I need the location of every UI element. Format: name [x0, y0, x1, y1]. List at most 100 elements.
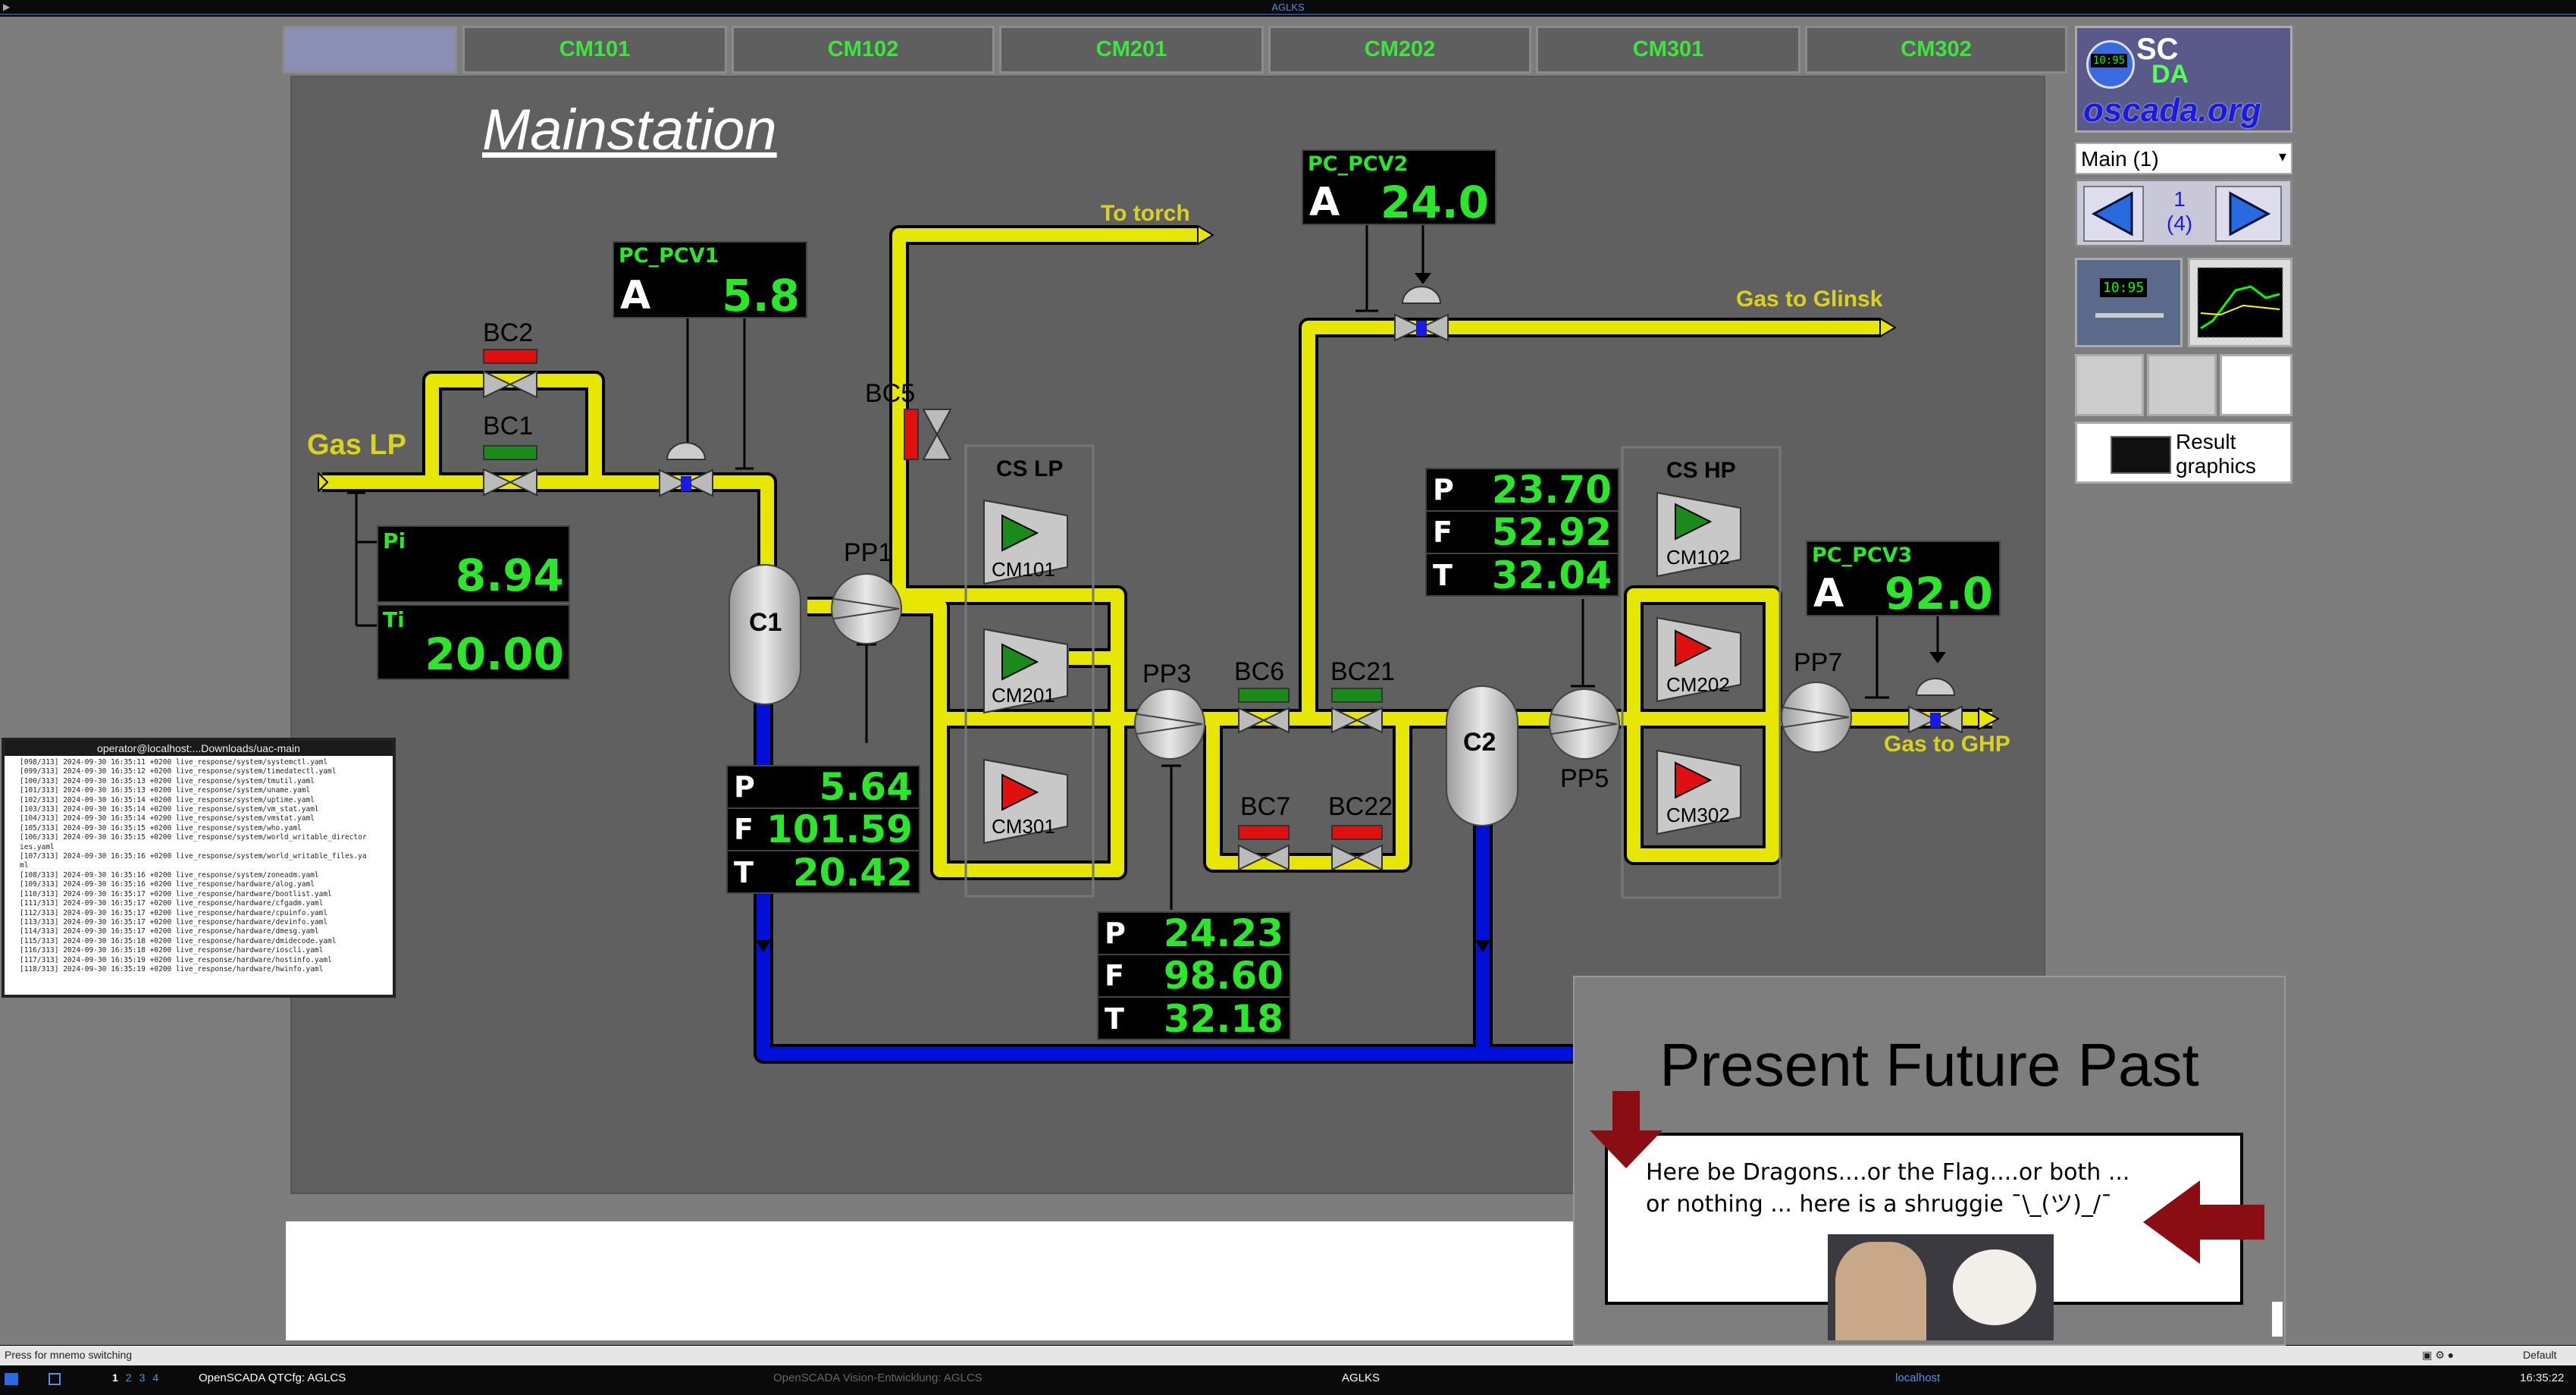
bc6-label: BC6: [1234, 657, 1285, 686]
gas-to-glinsk-label: Gas to Glinsk: [1736, 287, 1883, 312]
pft-pp3-t: 32.18: [1163, 997, 1283, 1041]
graph-icon: [2111, 436, 2171, 474]
thumb-panel-mnemo[interactable]: 10:95: [2075, 258, 2183, 347]
window-title: AGLKS: [1271, 2, 1305, 13]
pi-label: Pi: [383, 528, 406, 553]
overlay-message: Here be Dragons....or the Flag....or bot…: [1646, 1159, 2130, 1218]
tab-cm301[interactable]: CM301: [1536, 26, 1800, 74]
terminal-line: [110/313] 2024-09-30 16:35:17 +0200 live…: [20, 889, 332, 898]
thumb-gauges[interactable]: [2075, 354, 2144, 416]
pft-c1-p: 5.64: [819, 765, 913, 809]
gas-lp-label: Gas LP: [307, 429, 406, 461]
terminal-line: [100/313] 2024-09-30 16:35:13 +0200 live…: [20, 776, 315, 785]
result-graphics-button[interactable]: Result graphics: [2075, 422, 2292, 484]
task-qtcfg[interactable]: OpenSCADA QTCfg: AGLCS: [199, 1371, 346, 1384]
pft-hp-f-label: F: [1433, 516, 1453, 549]
pcv2-mode: A: [1309, 180, 1340, 225]
tab-cm202[interactable]: CM202: [1268, 26, 1531, 74]
thumb-document[interactable]: [2220, 354, 2292, 416]
overlay-heading: Present Future Past: [1659, 1031, 2199, 1099]
bc21-label: BC21: [1330, 657, 1396, 686]
task-aglks[interactable]: AGLKS: [1342, 1371, 1380, 1384]
prev-page-button[interactable]: [2083, 186, 2144, 242]
pcv3-value: 92.0: [1884, 568, 1993, 619]
result-graphics-label: Result graphics: [2176, 430, 2256, 478]
present-future-past-overlay: Present Future Past Here be Dragons....o…: [1573, 976, 2286, 1346]
page-select[interactable]: Main (1) ▾: [2075, 143, 2292, 174]
pp5-label: PP5: [1560, 764, 1609, 793]
terminal-output: [098/313] 2024-09-30 16:35:11 +0200 live…: [5, 756, 393, 976]
pcv2-name: PC_PCV2: [1308, 152, 1409, 176]
terminal-line: [107/313] 2024-09-30 16:35:16 +0200 live…: [20, 852, 367, 861]
arrow-left-icon: [2091, 191, 2133, 237]
pft-hp-t: 32.04: [1491, 553, 1612, 597]
page-nav: 1 (4): [2075, 179, 2292, 247]
pp1-label: PP1: [844, 538, 893, 567]
pi-value: 8.94: [455, 550, 564, 601]
cm302-label[interactable]: CM302: [1666, 804, 1730, 827]
cm301-label[interactable]: CM301: [992, 815, 1055, 839]
meme-image: [1828, 1234, 2054, 1340]
pcv1-controller[interactable]: PC_PCV1 A 5.8: [613, 241, 807, 321]
cm201-label[interactable]: CM201: [992, 684, 1055, 707]
pft-pp3-f: 98.60: [1163, 954, 1283, 998]
pft-c1-p-label: P: [734, 770, 755, 804]
workspace-3[interactable]: 3: [139, 1371, 146, 1384]
workspace-1[interactable]: 1: [112, 1371, 118, 1384]
terminal-line: [111/313] 2024-09-30 16:35:17 +0200 live…: [20, 899, 324, 908]
statusbar-text: Press for mnemo switching: [5, 1349, 133, 1361]
terminal-line: [105/313] 2024-09-30 16:35:15 +0200 live…: [20, 823, 302, 832]
pcv1-mode: A: [620, 273, 651, 318]
page-total: (4): [2166, 212, 2193, 235]
tab-cm201[interactable]: CM201: [999, 26, 1264, 74]
pft-c1-display: P 5.64 F 101.59 T 20.42: [726, 765, 920, 895]
tab-cm302[interactable]: CM302: [1805, 26, 2067, 74]
terminal-line: [117/313] 2024-09-30 16:35:19 +0200 live…: [20, 955, 332, 964]
oscada-logo[interactable]: 10:95 SC DA oscada.org: [2075, 26, 2292, 133]
tab-blank[interactable]: [283, 26, 457, 74]
arrow-right-icon: [2229, 191, 2271, 237]
show-desktop-icon[interactable]: [49, 1373, 61, 1385]
pft-hp-p-label: P: [1433, 473, 1454, 506]
workspace-4[interactable]: 4: [152, 1371, 158, 1384]
pcv2-controller[interactable]: PC_PCV2 A 24.0: [1302, 149, 1496, 228]
pcv1-value: 5.8: [722, 270, 800, 321]
pft-hp-t-label: T: [1433, 559, 1453, 592]
terminal-line: ies.yaml: [20, 842, 55, 851]
terminal-line: [113/313] 2024-09-30 16:35:17 +0200 live…: [20, 917, 328, 926]
task-localhost[interactable]: localhost: [1895, 1371, 1940, 1384]
terminal-line: [106/313] 2024-09-30 16:35:15 +0200 live…: [20, 833, 367, 842]
terminal-line: [109/313] 2024-09-30 16:35:16 +0200 live…: [20, 880, 315, 889]
window-titlebar: ▶ AGLKS: [0, 0, 2576, 15]
terminal-line: [112/313] 2024-09-30 16:35:17 +0200 live…: [20, 908, 328, 917]
chevron-down-icon: ▾: [2278, 149, 2286, 165]
terminal-line: [099/313] 2024-09-30 16:35:12 +0200 live…: [20, 767, 337, 776]
terminal-line: [108/313] 2024-09-30 16:35:16 +0200 live…: [20, 870, 319, 879]
workspace-2[interactable]: 2: [126, 1371, 132, 1384]
arrow-down-icon: [1590, 1091, 1662, 1168]
thumb-trend-graph[interactable]: [2188, 258, 2292, 347]
pft-pp3-t-label: T: [1105, 1002, 1124, 1036]
tab-cm102[interactable]: CM102: [732, 26, 995, 74]
notification-area: [286, 1221, 1575, 1340]
terminal-line: [102/313] 2024-09-30 16:35:14 +0200 live…: [20, 795, 315, 804]
terminal-window[interactable]: operator@localhost:...Downloads/uac-main…: [2, 738, 396, 998]
status-icons[interactable]: ▣ ⚙ ●: [2422, 1349, 2454, 1362]
cm202-label[interactable]: CM202: [1666, 673, 1730, 697]
pi-display: Pi 8.94: [377, 525, 570, 603]
cs-lp-label: CS LP: [996, 456, 1064, 481]
next-page-button[interactable]: [2215, 186, 2282, 242]
cm101-label[interactable]: CM101: [992, 558, 1055, 582]
thumb-chart[interactable]: [2147, 354, 2217, 416]
cm102-label[interactable]: CM102: [1666, 546, 1730, 569]
ti-value: 20.00: [425, 629, 564, 680]
tab-cm101[interactable]: CM101: [462, 26, 727, 74]
menu-icon[interactable]: [5, 1373, 18, 1385]
pcv3-controller[interactable]: PC_PCV3 A 92.0: [1806, 541, 2001, 619]
terminal-line: [114/313] 2024-09-30 16:35:17 +0200 live…: [20, 927, 319, 936]
task-vision-dev[interactable]: OpenSCADA Vision-Entwicklung: AGLCS: [773, 1371, 982, 1384]
terminal-line: [115/313] 2024-09-30 16:35:18 +0200 live…: [20, 936, 337, 945]
ti-display: Ti 20.00: [377, 604, 570, 680]
pp3-label: PP3: [1142, 660, 1192, 688]
overlay-scrollbar[interactable]: [2272, 1302, 2283, 1337]
